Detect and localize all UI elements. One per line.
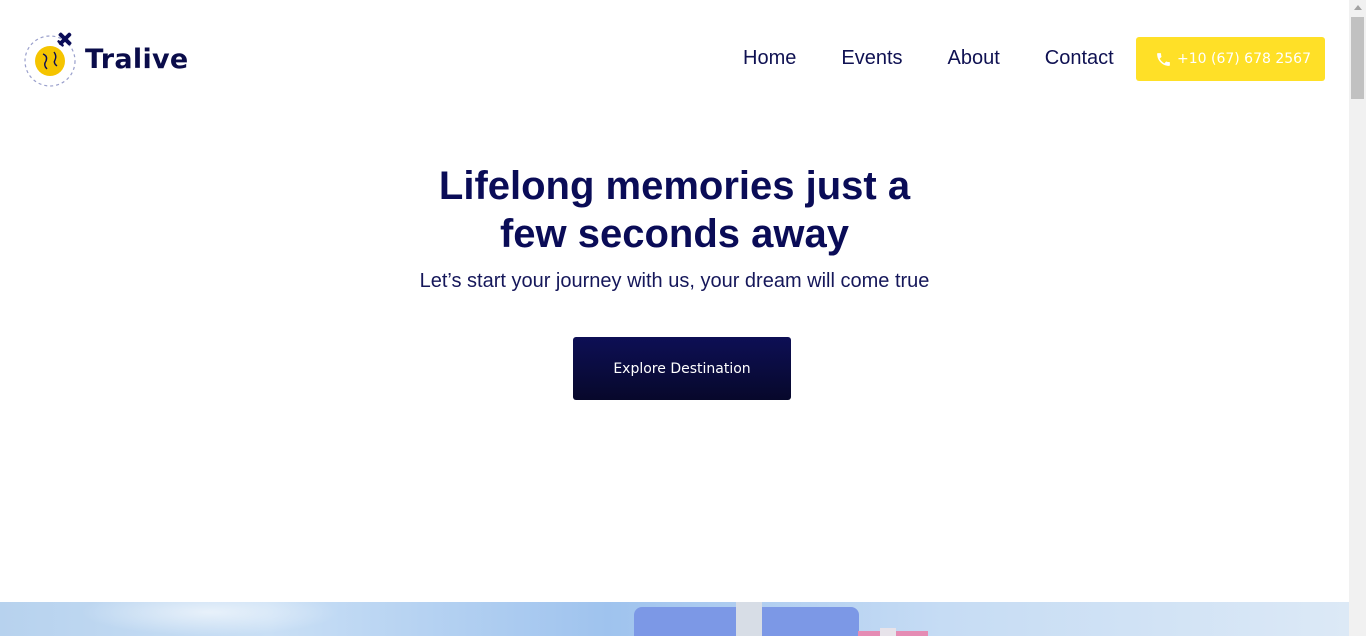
hero-title-line-1: Lifelong memories just a — [438, 164, 911, 208]
explore-destination-label: Explore Destination — [613, 360, 751, 377]
scroll-up-icon[interactable] — [1354, 5, 1362, 10]
nav-item-about[interactable]: About — [948, 46, 1000, 70]
phone-icon — [1155, 51, 1172, 68]
hero-subtitle: Let’s start your journey with us, your d… — [419, 270, 930, 292]
main-nav: Home Events About Contact — [743, 46, 1114, 70]
page: Tralive Home Events About Contact +10 (6… — [0, 0, 1349, 636]
scrollbar-thumb[interactable] — [1351, 17, 1364, 99]
hero-image — [0, 602, 1349, 636]
hero-title-line-2: few seconds away — [499, 212, 850, 256]
phone-number: +10 (67) 678 2567 — [1177, 51, 1311, 67]
explore-destination-button[interactable]: Explore Destination — [573, 337, 791, 400]
page-scrollbar[interactable] — [1349, 0, 1366, 636]
brand-logo-link[interactable]: Tralive — [23, 30, 189, 88]
nav-item-events[interactable]: Events — [841, 46, 902, 70]
nav-item-home[interactable]: Home — [743, 46, 796, 70]
globe-plane-icon — [23, 30, 79, 88]
hero-title: Lifelong memories just a few seconds awa… — [0, 162, 1349, 258]
nav-item-contact[interactable]: Contact — [1045, 46, 1114, 70]
brand-name: Tralive — [85, 43, 189, 75]
phone-call-button[interactable]: +10 (67) 678 2567 — [1136, 37, 1325, 81]
